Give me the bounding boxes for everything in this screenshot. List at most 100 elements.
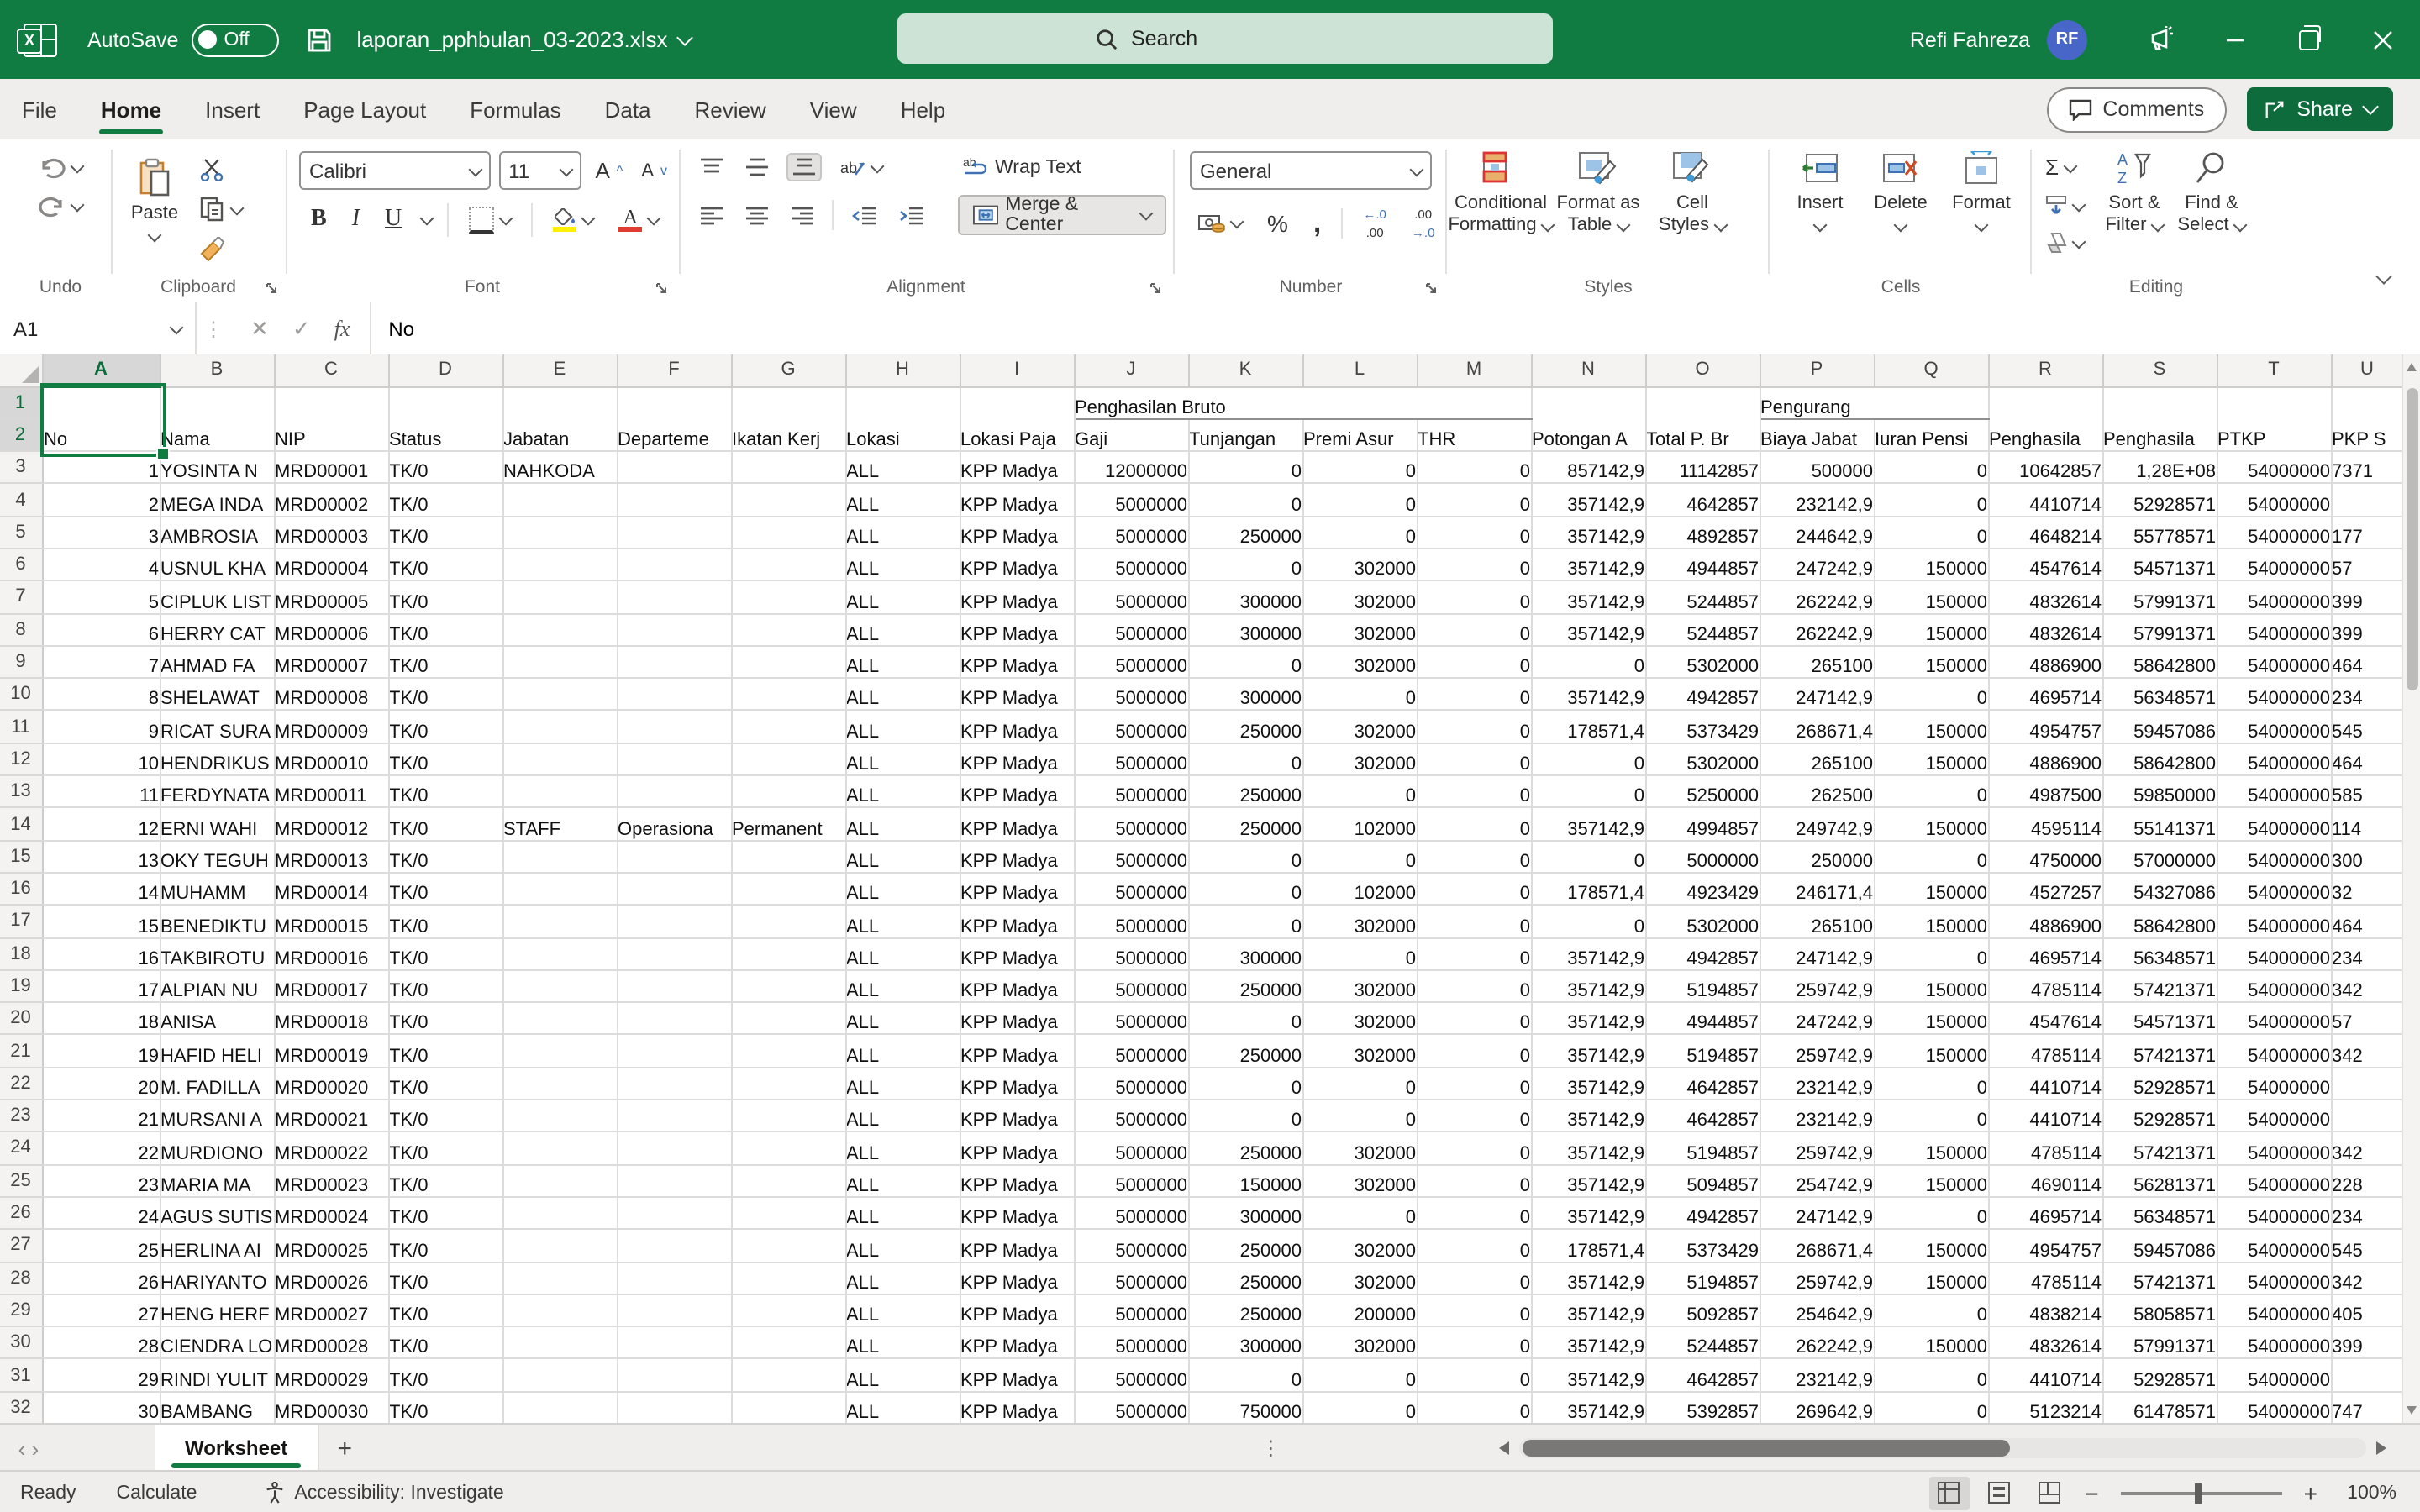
cell-R9[interactable]: 4886900: [1988, 646, 2102, 679]
column-header-I[interactable]: I: [960, 354, 1074, 386]
align-bottom-button[interactable]: [786, 153, 822, 181]
cell-T7[interactable]: 54000000: [2217, 581, 2331, 614]
cell-A15[interactable]: 13: [42, 840, 160, 873]
cell-R13[interactable]: 4987500: [1988, 775, 2102, 808]
cell-D16[interactable]: TK/0: [388, 873, 502, 906]
cell-T12[interactable]: 54000000: [2217, 743, 2331, 776]
cell-J13[interactable]: 5000000: [1074, 775, 1188, 808]
cell-I17[interactable]: KPP Madya: [960, 906, 1074, 938]
cell-E16[interactable]: [502, 873, 617, 906]
header-cell-A[interactable]: No: [42, 386, 160, 451]
cell-O15[interactable]: 5000000: [1645, 840, 1760, 873]
header-cell-Q[interactable]: Iuran Pensi: [1874, 419, 1988, 452]
row-header-4[interactable]: 4: [0, 484, 42, 517]
cell-Q5[interactable]: 0: [1874, 516, 1988, 549]
cell-S12[interactable]: 58642800: [2102, 743, 2217, 776]
cell-U12[interactable]: 464: [2331, 743, 2403, 776]
cell-J17[interactable]: 5000000: [1074, 906, 1188, 938]
cell-L17[interactable]: 302000: [1302, 906, 1417, 938]
cell-E28[interactable]: [502, 1262, 617, 1294]
cell-E14[interactable]: STAFF: [502, 808, 617, 841]
cell-H27[interactable]: ALL: [845, 1229, 960, 1262]
cell-L30[interactable]: 302000: [1302, 1326, 1417, 1359]
cell-H3[interactable]: ALL: [845, 451, 960, 484]
cell-R23[interactable]: 4410714: [1988, 1100, 2102, 1132]
column-header-P[interactable]: P: [1760, 354, 1874, 386]
cell-P22[interactable]: 232142,9: [1760, 1067, 1874, 1100]
cell-R24[interactable]: 4785114: [1988, 1132, 2102, 1165]
cell-S23[interactable]: 52928571: [2102, 1100, 2217, 1132]
cell-D31[interactable]: TK/0: [388, 1359, 502, 1392]
cell-Q7[interactable]: 150000: [1874, 581, 1988, 614]
cell-J18[interactable]: 5000000: [1074, 937, 1188, 970]
cell-F17[interactable]: [617, 906, 731, 938]
cell-S13[interactable]: 59850000: [2102, 775, 2217, 808]
cell-P29[interactable]: 254642,9: [1760, 1294, 1874, 1327]
cell-R5[interactable]: 4648214: [1988, 516, 2102, 549]
cell-N12[interactable]: 0: [1531, 743, 1645, 776]
cell-D4[interactable]: TK/0: [388, 484, 502, 517]
wrap-text-button[interactable]: ab Wrap Text: [958, 153, 1086, 181]
cell-F6[interactable]: [617, 549, 731, 581]
cell-C18[interactable]: MRD00016: [274, 937, 388, 970]
cell-D24[interactable]: TK/0: [388, 1132, 502, 1165]
column-header-K[interactable]: K: [1188, 354, 1302, 386]
cell-A24[interactable]: 22: [42, 1132, 160, 1165]
header-cell-P[interactable]: Biaya Jabat: [1760, 419, 1874, 452]
cell-K31[interactable]: 0: [1188, 1359, 1302, 1392]
cell-Q8[interactable]: 150000: [1874, 613, 1988, 646]
cell-Q29[interactable]: 0: [1874, 1294, 1988, 1327]
cell-E20[interactable]: [502, 1002, 617, 1035]
cell-B8[interactable]: HERRY CAT: [160, 613, 274, 646]
cell-G10[interactable]: [731, 678, 845, 711]
cell-T15[interactable]: 54000000: [2217, 840, 2331, 873]
cell-T5[interactable]: 54000000: [2217, 516, 2331, 549]
cell-G16[interactable]: [731, 873, 845, 906]
cell-R11[interactable]: 4954757: [1988, 711, 2102, 743]
cell-U29[interactable]: 405: [2331, 1294, 2403, 1327]
cell-S22[interactable]: 52928571: [2102, 1067, 2217, 1100]
cell-K12[interactable]: 0: [1188, 743, 1302, 776]
cell-Q13[interactable]: 0: [1874, 775, 1988, 808]
cell-J23[interactable]: 5000000: [1074, 1100, 1188, 1132]
cell-L21[interactable]: 302000: [1302, 1035, 1417, 1068]
cell-E18[interactable]: [502, 937, 617, 970]
cell-M23[interactable]: 0: [1417, 1100, 1531, 1132]
row-header-21[interactable]: 21: [0, 1035, 42, 1068]
cell-P16[interactable]: 246171,4: [1760, 873, 1874, 906]
delete-cells-button[interactable]: Delete: [1860, 139, 1941, 230]
cell-T11[interactable]: 54000000: [2217, 711, 2331, 743]
cell-U13[interactable]: 585: [2331, 775, 2403, 808]
cell-B7[interactable]: CIPLUK LIST: [160, 581, 274, 614]
row-header-31[interactable]: 31: [0, 1359, 42, 1392]
cell-E6[interactable]: [502, 549, 617, 581]
cell-M4[interactable]: 0: [1417, 484, 1531, 517]
cell-K13[interactable]: 250000: [1188, 775, 1302, 808]
cell-D22[interactable]: TK/0: [388, 1067, 502, 1100]
cell-U18[interactable]: 234: [2331, 937, 2403, 970]
cell-L3[interactable]: 0: [1302, 451, 1417, 484]
cell-T6[interactable]: 54000000: [2217, 549, 2331, 581]
cell-L22[interactable]: 0: [1302, 1067, 1417, 1100]
cell-O28[interactable]: 5194857: [1645, 1262, 1760, 1294]
cell-P24[interactable]: 259742,9: [1760, 1132, 1874, 1165]
cell-T14[interactable]: 54000000: [2217, 808, 2331, 841]
cell-K10[interactable]: 300000: [1188, 678, 1302, 711]
cell-N21[interactable]: 357142,9: [1531, 1035, 1645, 1068]
cell-C16[interactable]: MRD00014: [274, 873, 388, 906]
cell-S30[interactable]: 57991371: [2102, 1326, 2217, 1359]
cell-O26[interactable]: 4942857: [1645, 1197, 1760, 1230]
cell-A28[interactable]: 26: [42, 1262, 160, 1294]
cell-R26[interactable]: 4695714: [1988, 1197, 2102, 1230]
cell-P19[interactable]: 259742,9: [1760, 970, 1874, 1003]
cell-E15[interactable]: [502, 840, 617, 873]
cell-U31[interactable]: [2331, 1359, 2403, 1392]
cell-O29[interactable]: 5092857: [1645, 1294, 1760, 1327]
cell-O19[interactable]: 5194857: [1645, 970, 1760, 1003]
cell-U19[interactable]: 342: [2331, 970, 2403, 1003]
header-cell-C[interactable]: NIP: [274, 386, 388, 451]
row-header-8[interactable]: 8: [0, 613, 42, 646]
zoom-slider[interactable]: [2121, 1491, 2282, 1494]
column-header-M[interactable]: M: [1417, 354, 1531, 386]
cell-T20[interactable]: 54000000: [2217, 1002, 2331, 1035]
